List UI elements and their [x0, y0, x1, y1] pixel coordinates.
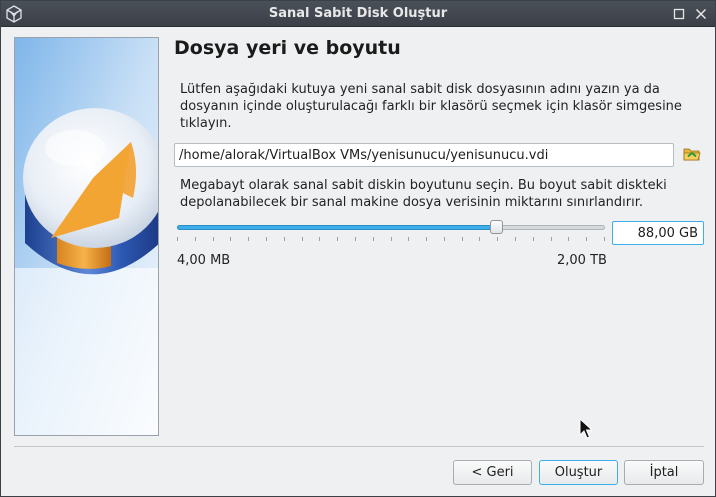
slider-tick [195, 237, 196, 241]
slider-tick [568, 237, 569, 241]
back-button[interactable]: < Geri [453, 460, 532, 485]
slider-ticks [177, 237, 605, 241]
slider-tick [266, 237, 267, 241]
close-icon[interactable] [693, 6, 709, 22]
disk-illustration [15, 38, 158, 435]
disk-size-input[interactable] [612, 221, 704, 245]
button-separator [14, 446, 704, 447]
size-description: Megabayt olarak sanal sabit diskin boyut… [180, 178, 667, 210]
slider-tick [408, 237, 409, 241]
slider-tick [479, 237, 480, 241]
mouse-cursor-icon [579, 418, 593, 439]
cancel-button[interactable]: İptal [624, 460, 704, 485]
window-title: Sanal Sabit Disk Oluştur [268, 6, 448, 21]
create-button[interactable]: Oluştur [539, 460, 618, 485]
slider-tick [302, 237, 303, 241]
disk-size-slider[interactable] [177, 219, 605, 245]
slider-tick [604, 237, 605, 241]
min-size-label: 4,00 MB [177, 253, 231, 268]
max-size-label: 2,00 TB [557, 253, 607, 268]
dialog-window: Sanal Sabit Disk Oluştur Dosya yeri ve b… [0, 0, 716, 497]
title-bar[interactable]: Sanal Sabit Disk Oluştur [1, 1, 715, 27]
slider-tick [213, 237, 214, 241]
slider-tick [551, 237, 552, 241]
slider-tick [391, 237, 392, 241]
slider-tick [444, 237, 445, 241]
slider-tick [462, 237, 463, 241]
slider-tick [284, 237, 285, 241]
slider-tick [426, 237, 427, 241]
slider-tick [355, 237, 356, 241]
slider-tick [337, 237, 338, 241]
file-path-input[interactable] [174, 143, 674, 167]
slider-tick [230, 237, 231, 241]
maximize-icon[interactable] [671, 6, 687, 22]
slider-tick [319, 237, 320, 241]
slider-tick [586, 237, 587, 241]
slider-handle[interactable] [490, 220, 503, 234]
slider-tick [533, 237, 534, 241]
page-title: Dosya yeri ve boyutu [174, 37, 401, 59]
slider-tick [515, 237, 516, 241]
slider-fill [177, 225, 496, 230]
slider-tick [373, 237, 374, 241]
slider-tick [497, 237, 498, 241]
slider-tick [248, 237, 249, 241]
location-description: Lütfen aşağıdaki kutuya yeni sanal sabit… [180, 82, 682, 131]
wizard-side-image [14, 37, 159, 436]
folder-browse-icon[interactable] [682, 144, 702, 164]
slider-tick [177, 237, 178, 241]
